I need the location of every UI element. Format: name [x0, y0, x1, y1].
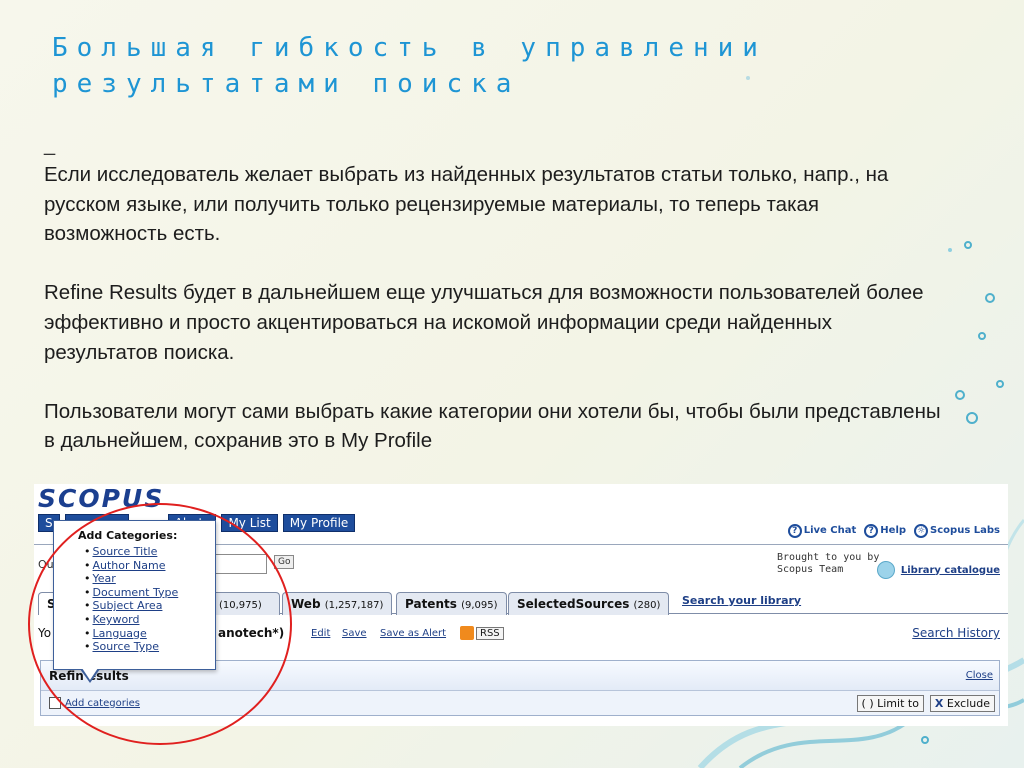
limit-to-button[interactable]: ( ) Limit to	[856, 695, 924, 712]
labs-icon: ☼	[914, 524, 929, 538]
nav-my-list-button[interactable]: My List	[221, 514, 278, 532]
globe-icon	[876, 561, 895, 579]
slide-title: Большая гибкость в управлении результата…	[52, 33, 767, 99]
help-link[interactable]: ? Help	[864, 524, 906, 538]
library-catalogue-link[interactable]: Library catalogue	[876, 561, 1000, 579]
nav-my-profile-button[interactable]: My Profile	[282, 514, 356, 532]
category-source-type[interactable]: Source Type	[84, 640, 215, 654]
refine-close-link[interactable]: Close	[966, 670, 993, 681]
live-chat-link[interactable]: ? Live Chat	[787, 524, 856, 538]
add-categories-link[interactable]: Add categories	[49, 697, 140, 709]
scopus-logo: SCOPUS	[38, 484, 165, 513]
popup-pointer-inner	[82, 668, 98, 680]
category-list: Source Title Author Name Year Document T…	[78, 545, 215, 654]
save-link[interactable]: Save	[342, 628, 367, 639]
search-your-library-link[interactable]: Search your library	[682, 594, 801, 607]
top-links: ? Live Chat ? Help ☼ Scopus Labs	[787, 524, 1000, 538]
category-subject-area[interactable]: Subject Area	[84, 599, 215, 613]
edit-icon	[49, 697, 61, 709]
slide-body: Если исследователь желает выбрать из най…	[44, 160, 944, 456]
category-document-type[interactable]: Document Type	[84, 586, 215, 600]
add-categories-popup: Add Categories: Source Title Author Name…	[53, 520, 216, 670]
chat-icon: ?	[787, 524, 802, 538]
rss-button[interactable]: RSS	[460, 626, 504, 640]
category-year[interactable]: Year	[84, 572, 215, 586]
category-source-title[interactable]: Source Title	[84, 545, 215, 559]
brought-by: Brought to you by Scopus Team	[777, 552, 880, 575]
go-button[interactable]: Go	[274, 555, 295, 569]
tab-hidden[interactable]: (10,975)	[210, 592, 280, 615]
edit-link[interactable]: Edit	[311, 628, 330, 639]
paragraph-3: Пользователи могут сами выбрать какие ка…	[44, 399, 941, 453]
paragraph-1: Если исследователь желает выбрать из най…	[44, 163, 889, 246]
exclude-button[interactable]: X Exclude	[929, 695, 995, 712]
category-language[interactable]: Language	[84, 627, 215, 641]
category-author-name[interactable]: Author Name	[84, 559, 215, 573]
quick-search-input[interactable]	[209, 554, 267, 574]
query-text: anotech*)	[218, 626, 285, 640]
popup-title: Add Categories:	[78, 529, 178, 542]
tab-patents[interactable]: Patents (9,095)	[396, 592, 507, 615]
paragraph-2: Refine Results будет в дальнейшем еще ул…	[44, 281, 924, 364]
refine-actions: ( ) Limit to X Exclude	[856, 695, 995, 712]
tab-selected-sources[interactable]: SelectedSources (280)	[508, 592, 670, 615]
slide-dash: _	[44, 134, 56, 156]
rss-icon	[460, 626, 474, 640]
save-as-alert-link[interactable]: Save as Alert	[380, 628, 446, 639]
help-icon: ?	[864, 524, 879, 538]
tab-web[interactable]: Web (1,257,187)	[282, 592, 393, 615]
category-keyword[interactable]: Keyword	[84, 613, 215, 627]
search-history-link[interactable]: Search History	[912, 626, 1000, 640]
quick-search-label: Qu	[38, 558, 54, 571]
scopus-labs-link[interactable]: ☼ Scopus Labs	[914, 524, 1000, 538]
